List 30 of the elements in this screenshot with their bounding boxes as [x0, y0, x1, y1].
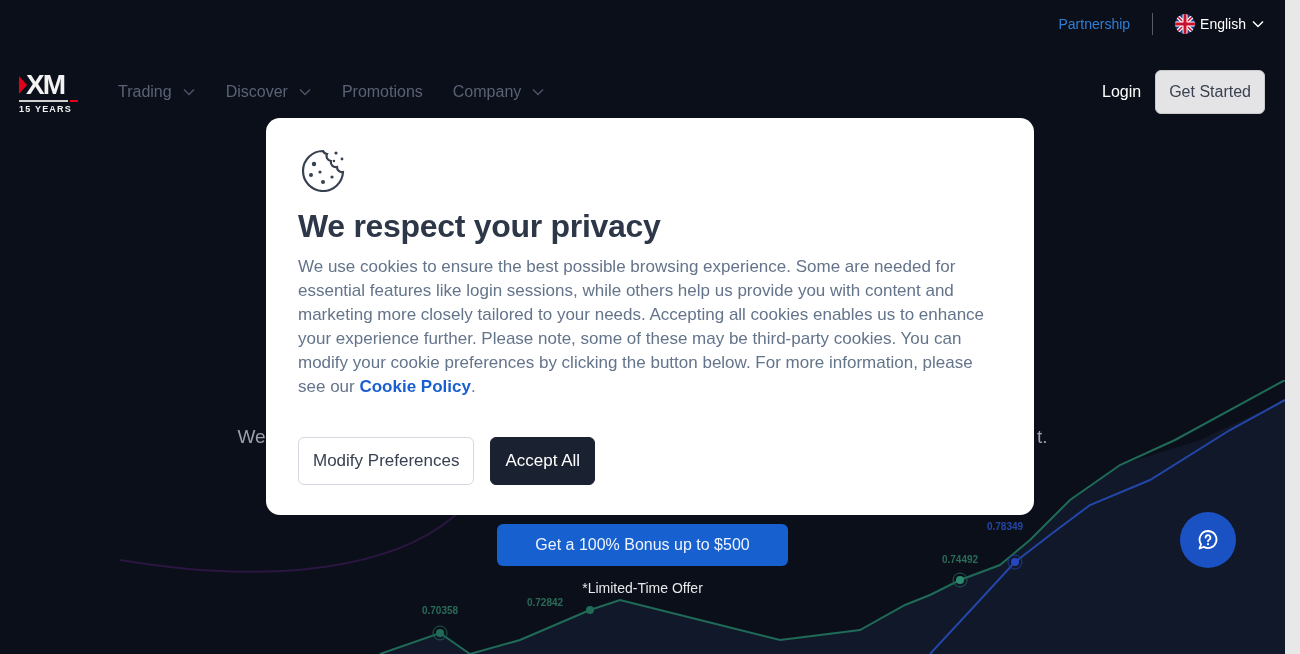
partnership-link[interactable]: Partnership [1058, 16, 1131, 32]
nav-menu-item[interactable]: Discover [225, 83, 312, 101]
login-link[interactable]: Login [1102, 83, 1142, 101]
data-point [952, 572, 968, 588]
logo-tagline: 15 YEARS [19, 103, 73, 114]
price-label: 0.74492 [941, 554, 979, 565]
data-point [432, 625, 448, 641]
price-label: 0.78349 [986, 521, 1024, 532]
hero-text: t. [1036, 426, 1048, 448]
chat-question-icon [1196, 528, 1220, 552]
logo-wordmark: XM [26, 72, 64, 97]
bonus-button[interactable]: Get a 100% Bonus up to $500 [497, 524, 788, 566]
preferences-button[interactable]: Modify Preferences [298, 437, 475, 485]
hero-text: We [237, 426, 266, 448]
nav-menu-item[interactable]: Promotions [341, 83, 423, 101]
logo-triangle-icon [19, 74, 27, 95]
dialog-title: We respect your privacy [298, 208, 662, 245]
flag-icon [1175, 14, 1196, 34]
price-label: 0.70358 [421, 605, 459, 616]
accept-button[interactable]: Accept All [490, 437, 596, 485]
dialog-message: We use cookies to ensure the best possible browsing experience. Some are needed for essential features like login sessions, while others help us provide you with content and marketing more closely tailored to your needs. Accepting all cookies enables us to enhance your experience further. Please note, some of these may be third-party cookies. You can modify your cookie preferences by clicking the button below. For more information, please see our Cookie Policy. [298, 256, 986, 398]
cookie-policy-link[interactable]: Cookie Policy [359, 377, 471, 396]
language-selector[interactable]: English [1175, 14, 1265, 34]
nav-menu-item[interactable]: Trading [118, 83, 196, 101]
get-started-button[interactable]: Get Started [1155, 70, 1265, 114]
price-label: 0.72842 [526, 597, 564, 608]
data-point [586, 606, 594, 614]
offer-note: *Limited-Time Offer [582, 580, 703, 596]
nav-menu-item[interactable]: Company [452, 83, 546, 101]
data-point [1007, 554, 1023, 570]
